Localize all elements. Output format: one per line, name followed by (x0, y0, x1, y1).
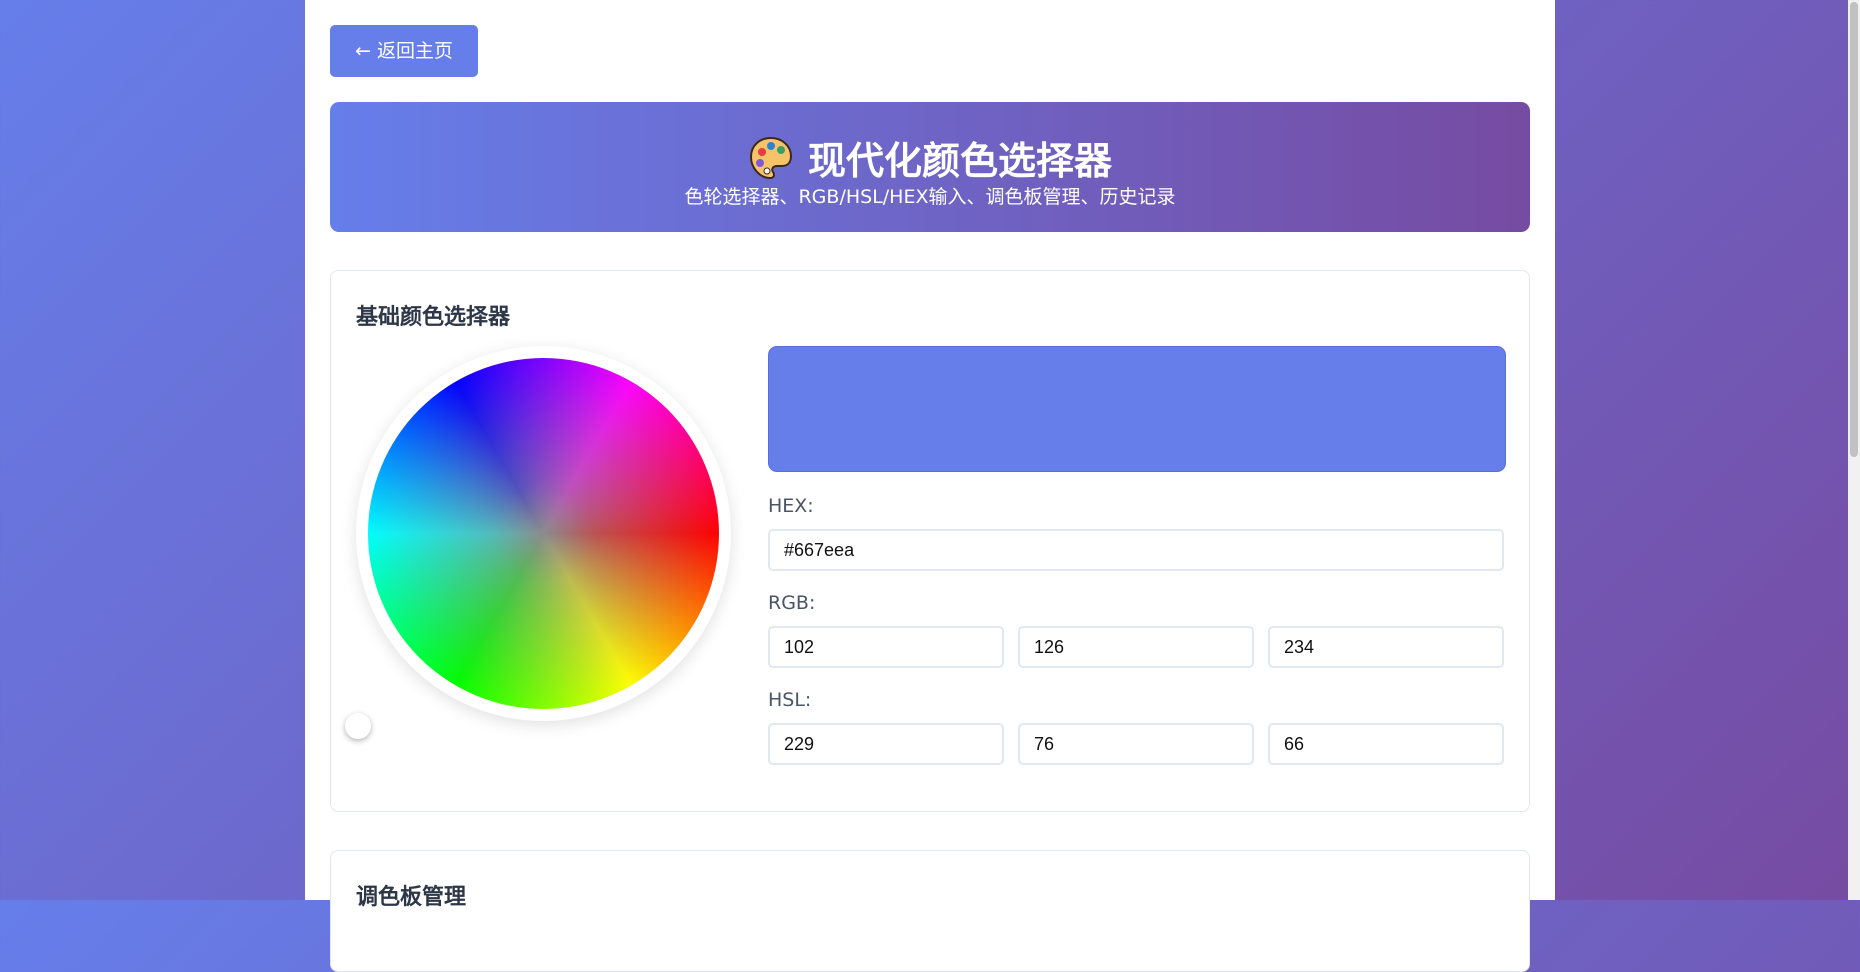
color-wheel-container (356, 346, 731, 721)
back-home-button[interactable]: ← 返回主页 (330, 25, 478, 77)
hsl-s-input[interactable]: 76 (1018, 723, 1254, 765)
color-wheel[interactable] (368, 358, 719, 709)
hex-input[interactable]: #667eea (768, 529, 1504, 571)
palette-card: 调色板管理 (330, 850, 1530, 972)
hsl-l-input[interactable]: 66 (1268, 723, 1504, 765)
color-preview (768, 346, 1506, 472)
main-container: ← 返回主页 现代化颜色选择器 色轮选择器、RGB/HSL/HEX输入、调色板管… (305, 0, 1555, 972)
basic-picker-card: 基础颜色选择器 HEX: #667eea RGB: 102 126 234 HS… (330, 270, 1530, 812)
page-header: 现代化颜色选择器 色轮选择器、RGB/HSL/HEX输入、调色板管理、历史记录 (330, 102, 1530, 232)
rgb-r-input[interactable]: 102 (768, 626, 1004, 668)
rgb-b-input[interactable]: 234 (1268, 626, 1504, 668)
palette-title: 调色板管理 (356, 885, 467, 910)
page-title-row: 现代化颜色选择器 (330, 130, 1530, 185)
scrollbar-thumb[interactable] (1850, 2, 1858, 457)
basic-picker-title: 基础颜色选择器 (356, 305, 511, 330)
color-wheel-handle[interactable] (345, 713, 371, 739)
hex-label: HEX: (768, 495, 814, 517)
hsl-h-input[interactable]: 229 (768, 723, 1004, 765)
palette-icon (748, 135, 794, 181)
hsl-label: HSL: (768, 689, 812, 711)
page-subtitle: 色轮选择器、RGB/HSL/HEX输入、调色板管理、历史记录 (684, 186, 1176, 208)
rgb-label: RGB: (768, 592, 816, 614)
rgb-g-input[interactable]: 126 (1018, 626, 1254, 668)
page-scrollbar[interactable] (1848, 0, 1860, 900)
page-title: 现代化颜色选择器 (807, 139, 1112, 183)
